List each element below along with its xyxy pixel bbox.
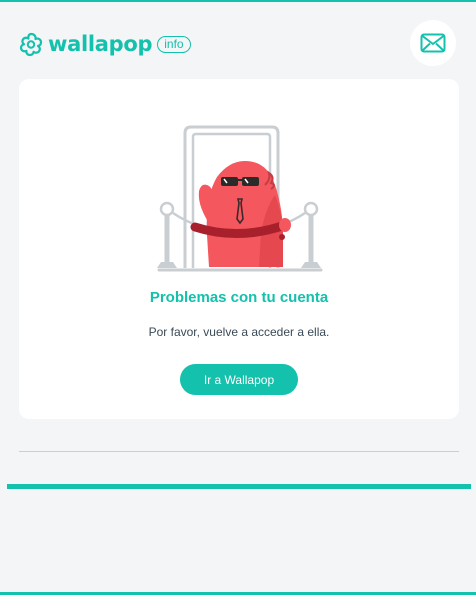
accent-bar: [7, 484, 471, 489]
card-title: Problemas con tu cuenta: [149, 289, 329, 306]
go-to-wallapop-button[interactable]: Ir a Wallapop: [180, 364, 298, 395]
account-problem-card: Problemas con tu cuenta Por favor, vuelv…: [19, 79, 459, 419]
info-badge: info: [157, 35, 191, 53]
brand-name: wallapop: [48, 32, 153, 56]
header: wallapop info: [0, 2, 476, 79]
wallapop-logo-icon: [19, 32, 43, 57]
contact-mail-button[interactable]: [410, 20, 456, 66]
divider: [19, 451, 459, 452]
envelope-icon: [420, 33, 446, 53]
wallapop-logo[interactable]: wallapop info: [18, 29, 191, 59]
card-message: Por favor, vuelve a acceder a ella.: [148, 325, 330, 339]
blocked-mascot-illustration: [157, 125, 323, 272]
